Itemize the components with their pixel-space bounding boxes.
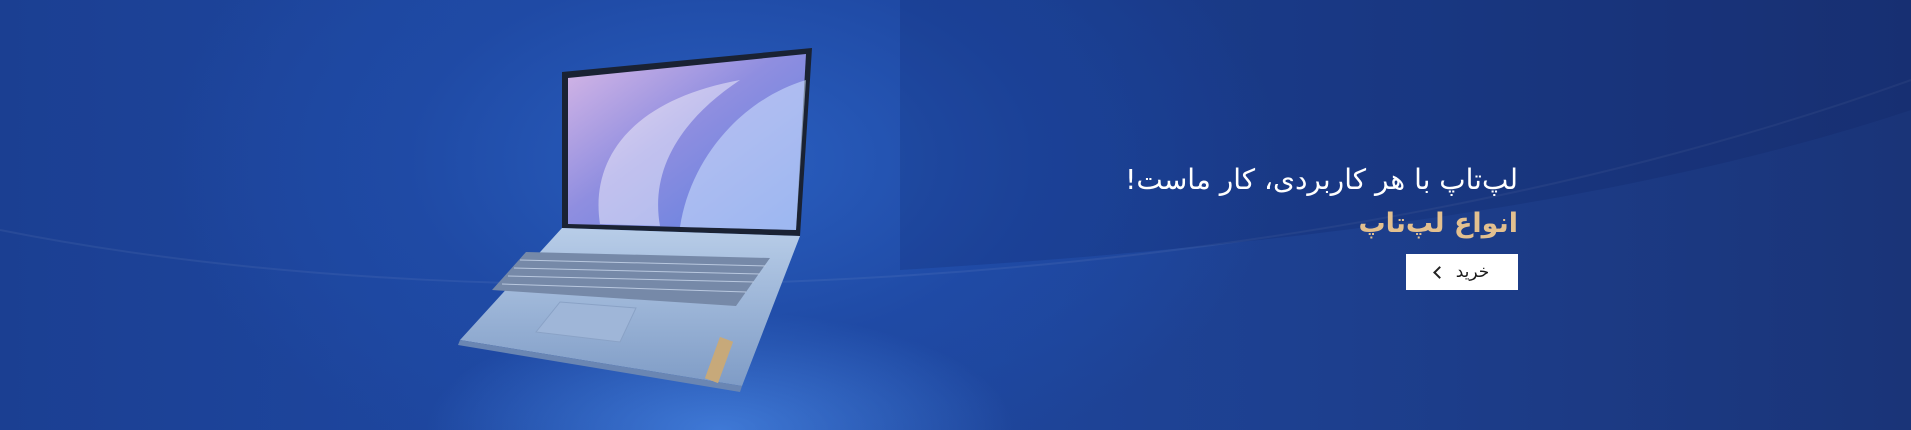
buy-button[interactable]: خرید [1406, 254, 1518, 290]
category-title[interactable]: انواع لپ‌تاپ [1125, 204, 1518, 244]
promo-text-block: لپ‌تاپ با هر کاربردی، کار ماست! انواع لپ… [1125, 160, 1518, 290]
laptop-image [458, 48, 812, 392]
chevron-left-icon [1432, 265, 1446, 279]
background-arc [0, 0, 1911, 286]
buy-button-label: خرید [1455, 262, 1490, 282]
hero-banner[interactable]: لپ‌تاپ با هر کاربردی، کار ماست! انواع لپ… [0, 0, 1911, 430]
banner-tagline: لپ‌تاپ با هر کاربردی، کار ماست! [1125, 163, 1518, 196]
